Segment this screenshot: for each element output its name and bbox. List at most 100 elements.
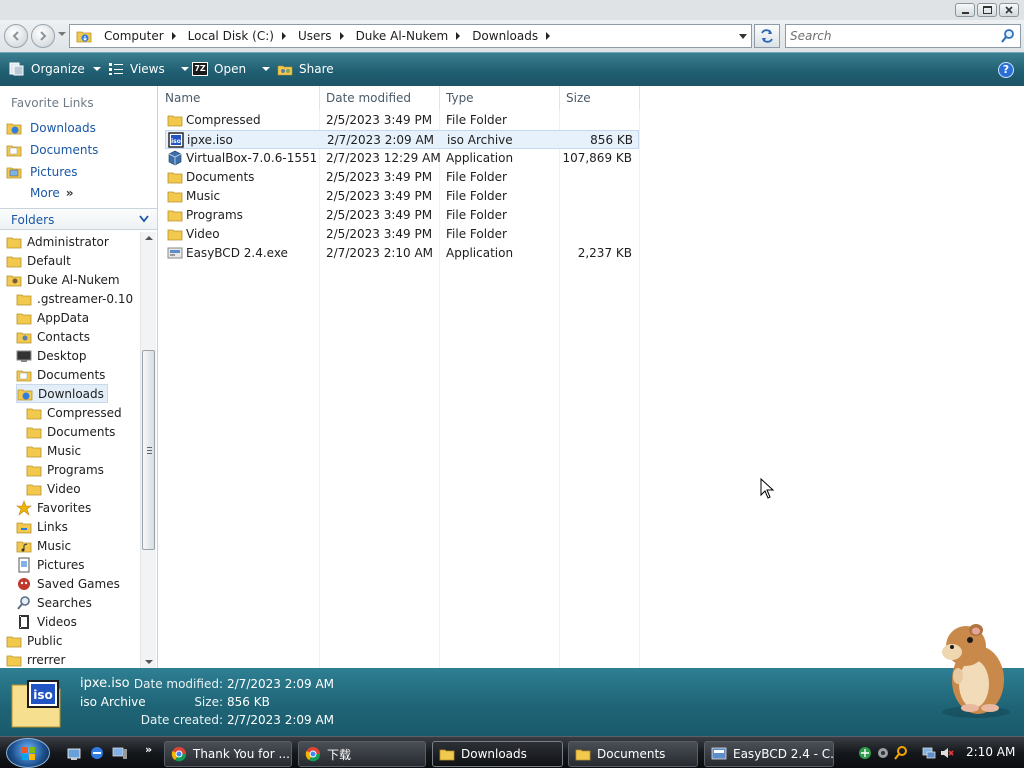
folder-tree-item[interactable]: Video <box>26 479 81 498</box>
folder-icon-graphic <box>16 294 32 305</box>
column-header-date-modified[interactable]: Date modified <box>320 86 440 110</box>
folder-tree-item[interactable]: Documents <box>26 422 115 441</box>
breadcrumb-arrow-icon[interactable] <box>546 32 551 40</box>
favorite-link-downloads[interactable]: Downloads <box>6 120 96 136</box>
task-download-cn[interactable]: 下载 <box>298 741 426 767</box>
address-dropdown[interactable] <box>739 34 747 39</box>
file-row[interactable]: VirtualBox-7.0.6-15517... 2/7/2023 12:29 … <box>165 149 639 168</box>
clock[interactable]: 2:10 AM <box>966 745 1015 759</box>
gear-tray-icon[interactable] <box>876 746 890 760</box>
quick-launch-chevron[interactable]: » <box>145 743 152 756</box>
search-box[interactable] <box>785 24 1021 48</box>
folder-tree-label: Contacts <box>37 329 90 344</box>
breadcrumb-item[interactable]: Duke Al-Nukem <box>350 25 467 47</box>
column-header-type[interactable]: Type <box>440 86 560 110</box>
folder-tree-item[interactable]: Desktop <box>16 346 87 365</box>
open-button[interactable]: 7Z Open <box>192 62 271 76</box>
folder-tree-scrollbar[interactable] <box>140 232 156 668</box>
scroll-up-arrow[interactable] <box>145 236 153 240</box>
folder-tree-item[interactable]: Compressed <box>26 403 122 422</box>
breadcrumb-item[interactable]: Computer <box>98 25 182 47</box>
share-button[interactable]: Share <box>277 62 334 76</box>
task-thank-you[interactable]: Thank You for ... <box>164 741 292 767</box>
volume-muted-icon[interactable] <box>940 746 954 760</box>
desktop-icon-graphic <box>16 350 32 362</box>
folder-tree-item[interactable]: Administrator <box>6 232 109 251</box>
mouse-cursor-icon <box>760 478 775 499</box>
folder-tree-item[interactable]: Music <box>26 441 81 460</box>
file-row[interactable]: iso ipxe.iso 2/7/2023 2:09 AM iso Archive 85… <box>165 130 639 149</box>
maximize-button[interactable] <box>977 3 997 17</box>
file-row[interactable]: Compressed 2/5/2023 3:49 PM File Folder <box>165 111 639 130</box>
breadcrumb-item[interactable]: Downloads <box>466 25 556 47</box>
pictures-icon-graphic <box>18 557 30 572</box>
folder-tree-item[interactable]: AppData <box>16 308 89 327</box>
file-row[interactable]: Documents 2/5/2023 3:49 PM File Folder <box>165 168 639 187</box>
breadcrumb-item[interactable]: Local Disk (C:) <box>182 25 292 47</box>
column-header-size[interactable]: Size <box>560 86 640 110</box>
folder-tree-item[interactable]: Favorites <box>16 498 91 517</box>
folder-tree-item[interactable]: Programs <box>26 460 104 479</box>
file-date-modified: 2/7/2023 2:09 AM <box>327 133 435 147</box>
file-row[interactable]: Programs 2/5/2023 3:49 PM File Folder <box>165 206 639 225</box>
hamster-gadget[interactable] <box>930 612 1016 722</box>
folder-icon <box>6 253 22 269</box>
refresh-button[interactable] <box>754 24 780 48</box>
task-documents[interactable]: Documents <box>568 741 698 767</box>
close-button[interactable] <box>999 3 1019 17</box>
folder-tree-item[interactable]: rrerrer <box>6 650 65 668</box>
folder-tree-item[interactable]: Music <box>16 536 71 555</box>
start-button[interactable] <box>6 738 50 768</box>
scroll-down-arrow[interactable] <box>145 660 153 664</box>
help-icon[interactable]: ? <box>998 62 1014 78</box>
search-icon[interactable] <box>1000 28 1016 44</box>
column-header-name[interactable]: Name <box>159 86 320 110</box>
folder-tree-item[interactable]: Public <box>6 631 63 650</box>
breadcrumb-arrow-icon[interactable] <box>339 32 344 40</box>
more-links-button[interactable]: More » <box>30 186 74 200</box>
show-desktop-icon[interactable] <box>66 745 82 761</box>
folder-tree-item[interactable]: Downloads <box>16 384 108 403</box>
switch-windows-icon[interactable] <box>89 745 105 761</box>
favorite-link-pictures[interactable]: Pictures <box>6 164 78 180</box>
network-sharing-icon[interactable] <box>858 746 872 760</box>
folder-tree-item[interactable]: Saved Games <box>16 574 120 593</box>
views-button[interactable]: Views <box>108 62 189 76</box>
scrollbar-thumb[interactable] <box>142 350 155 550</box>
search-tray-icon[interactable] <box>894 746 908 760</box>
folders-header[interactable]: Folders <box>0 208 157 230</box>
folder-tree-item[interactable]: Default <box>6 251 71 270</box>
file-row[interactable]: EasyBCD 2.4.exe 2/7/2023 2:10 AM Applicati… <box>165 244 639 263</box>
address-bar[interactable]: Computer Local Disk (C:) Users Duke Al-Nuke… <box>69 24 752 48</box>
folder-icon-graphic <box>6 636 22 647</box>
favorite-link-documents[interactable]: Documents <box>6 142 98 158</box>
file-type: File Folder <box>446 189 507 203</box>
folder-tree-item[interactable]: Contacts <box>16 327 90 346</box>
folder-tree-item[interactable]: Links <box>16 517 68 536</box>
folder-tree-item[interactable]: Searches <box>16 593 92 612</box>
folder-tree-item[interactable]: Videos <box>16 612 77 631</box>
breadcrumb-arrow-icon[interactable] <box>281 32 286 40</box>
breadcrumb-item[interactable]: Users <box>292 25 350 47</box>
recent-pages-dropdown[interactable] <box>58 32 66 36</box>
folder-icon <box>439 749 455 761</box>
search-input[interactable] <box>790 28 990 44</box>
forward-button[interactable] <box>31 24 55 48</box>
task-easybcd[interactable]: EasyBCD 2.4 - C... <box>704 741 834 767</box>
network-icon[interactable] <box>922 746 936 760</box>
breadcrumb-arrow-icon[interactable] <box>171 32 176 40</box>
windows-logo-icon <box>22 747 35 760</box>
folder-tree-item[interactable]: .gstreamer-0.10 <box>16 289 133 308</box>
task-downloads[interactable]: Downloads <box>432 741 563 767</box>
breadcrumb-arrow-icon[interactable] <box>456 32 461 40</box>
file-row[interactable]: Music 2/5/2023 3:49 PM File Folder <box>165 187 639 206</box>
folder-tree-item[interactable]: Pictures <box>16 555 85 574</box>
folder-tree-item[interactable]: Duke Al-Nukem <box>6 270 120 289</box>
folder-tree-label: Documents <box>47 424 116 439</box>
back-button[interactable] <box>4 24 28 48</box>
computer-icon[interactable] <box>112 745 128 761</box>
file-row[interactable]: Video 2/5/2023 3:49 PM File Folder <box>165 225 639 244</box>
folder-tree-item[interactable]: Documents <box>16 365 105 384</box>
organize-button[interactable]: Organize <box>9 62 101 76</box>
minimize-button[interactable] <box>955 3 975 17</box>
